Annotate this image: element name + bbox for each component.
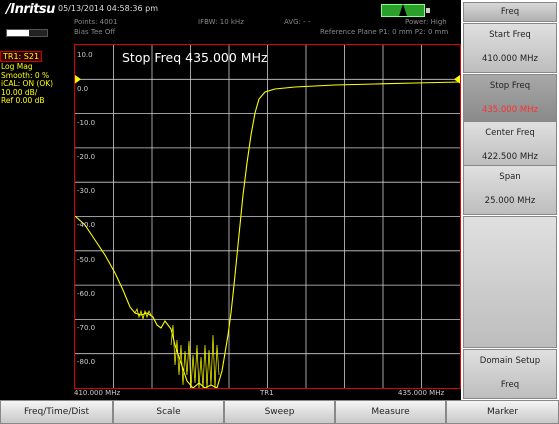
empty-softkey[interactable] — [463, 216, 557, 348]
y-tick-label: 0.0 — [77, 85, 89, 93]
start-freq-label: Start Freq — [489, 30, 531, 40]
trace-ref: Ref 0.00 dB — [1, 96, 45, 105]
span-label: Span — [499, 172, 521, 182]
tab-marker[interactable]: Marker — [446, 400, 559, 424]
stop-freq-button[interactable]: Stop Freq 435.000 MHz — [463, 74, 557, 124]
tab-measure[interactable]: Measure — [335, 400, 446, 424]
bottom-menu-bar: Freq/Time/Dist Scale Sweep Measure Marke… — [0, 400, 559, 424]
stop-freq-value: 435.000 MHz — [481, 105, 539, 115]
avg-readout: AVG: - - — [284, 18, 311, 26]
trace-info-panel: TR1: S21 Log Mag Smooth: 0 % iCAL: ON (O… — [0, 44, 74, 390]
power-readout: Power: High — [405, 18, 447, 26]
battery-icon — [381, 4, 430, 17]
bias-tee-readout: Bias Tee Off — [74, 28, 116, 36]
center-freq-label: Center Freq — [485, 128, 535, 138]
datetime: 05/13/2014 04:58:36 pm — [58, 4, 158, 13]
stop-freq-label: Stop Freq — [489, 81, 531, 91]
points-readout: Points: 4001 — [74, 18, 118, 26]
y-tick-label: 10.0 — [77, 51, 93, 59]
tab-sweep[interactable]: Sweep — [224, 400, 335, 424]
y-tick-label: -80.0 — [77, 358, 96, 366]
brand-logo: /Inritsu — [6, 2, 55, 17]
y-tick-label: -40.0 — [77, 221, 96, 229]
softkey-panel: Freq Start Freq 410.000 MHz Stop Freq 43… — [461, 0, 559, 400]
trace-label[interactable]: TR1: S21 — [0, 51, 43, 62]
domain-setup-label: Domain Setup — [479, 356, 541, 366]
y-tick-label: -60.0 — [77, 290, 96, 298]
marker-label: Stop Freq 435.000 MHz — [122, 50, 268, 65]
y-tick-label: -50.0 — [77, 256, 96, 264]
x-stop-label: 435.000 MHz — [398, 389, 445, 397]
reference-plane-readout: Reference Plane P1: 0 mm P2: 0 mm — [320, 28, 449, 36]
plot-area[interactable] — [74, 44, 461, 389]
x-center-label: TR1 — [260, 389, 274, 397]
domain-setup-button[interactable]: Domain Setup Freq — [463, 349, 557, 399]
ifbw-readout: IFBW: 10 kHz — [198, 18, 244, 26]
span-value: 25.000 MHz — [484, 196, 536, 206]
domain-setup-value: Freq — [500, 380, 520, 390]
plot-graph — [75, 45, 460, 388]
span-button[interactable]: Span 25.000 MHz — [463, 165, 557, 215]
center-freq-value: 422.500 MHz — [481, 152, 539, 162]
y-tick-label: -10.0 — [77, 119, 96, 127]
status-header: /Inritsu 05/13/2014 04:58:36 pm Points: … — [0, 0, 461, 44]
start-freq-value: 410.000 MHz — [481, 54, 539, 64]
center-freq-button[interactable]: Center Freq 422.500 MHz — [463, 121, 557, 167]
menu-title: Freq — [463, 2, 557, 22]
antenna-icon — [399, 4, 407, 16]
y-tick-label: -70.0 — [77, 324, 96, 332]
y-tick-label: -20.0 — [77, 153, 96, 161]
start-freq-button[interactable]: Start Freq 410.000 MHz — [463, 23, 557, 73]
tab-scale[interactable]: Scale — [113, 400, 224, 424]
y-tick-label: -30.0 — [77, 187, 96, 195]
x-start-label: 410.000 MHz — [74, 389, 121, 397]
tab-freq-time-dist[interactable]: Freq/Time/Dist — [0, 400, 113, 424]
signal-bar — [6, 29, 48, 37]
